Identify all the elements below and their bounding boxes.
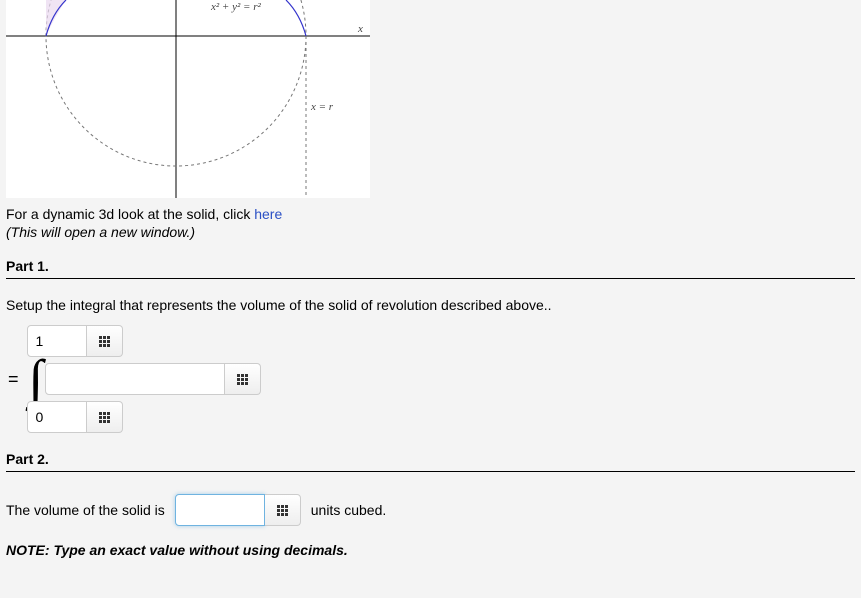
- dynamic-3d-link[interactable]: here: [254, 206, 282, 222]
- units-text: units cubed.: [311, 502, 387, 518]
- graph-figure: x² + y² = r² x x = r: [6, 0, 370, 198]
- lower-bound-input[interactable]: [27, 401, 87, 433]
- upper-bound-keypad-button[interactable]: [87, 325, 123, 357]
- part1-setup-text: Setup the integral that represents the v…: [6, 297, 855, 313]
- lower-bound-keypad-button[interactable]: [87, 401, 123, 433]
- note-text: NOTE: Type an exact value without using …: [6, 542, 855, 558]
- graph-equation-label: x² + y² = r²: [210, 1, 261, 13]
- part1-heading: Part 1.: [6, 258, 855, 279]
- volume-keypad-button[interactable]: [265, 494, 301, 526]
- shaded-region-left: [46, 0, 66, 36]
- integral-sign: ∫: [27, 359, 42, 399]
- equals-sign: =: [6, 369, 21, 390]
- integrand-group: [45, 363, 261, 395]
- volume-input-group: [175, 494, 301, 526]
- axis-x-label: x: [357, 23, 363, 35]
- integrand-keypad-button[interactable]: [225, 363, 261, 395]
- integral-expression: = ∫: [6, 325, 855, 433]
- curve-right: [286, 0, 306, 36]
- intro-line: For a dynamic 3d look at the solid, clic…: [6, 206, 855, 222]
- line-xr-label: x = r: [310, 101, 334, 113]
- new-window-note: (This will open a new window.): [6, 224, 855, 240]
- lower-bound-group: [27, 401, 123, 433]
- keypad-icon: [99, 336, 110, 347]
- keypad-icon: [277, 505, 288, 516]
- upper-bound-group: [27, 325, 123, 357]
- volume-line: The volume of the solid is units cubed.: [6, 494, 855, 526]
- intro-prefix: For a dynamic 3d look at the solid, clic…: [6, 206, 254, 222]
- part2-heading: Part 2.: [6, 451, 855, 472]
- volume-prefix: The volume of the solid is: [6, 502, 165, 518]
- keypad-icon: [99, 412, 110, 423]
- integrand-input[interactable]: [45, 363, 225, 395]
- keypad-icon: [237, 374, 248, 385]
- volume-input[interactable]: [175, 494, 265, 526]
